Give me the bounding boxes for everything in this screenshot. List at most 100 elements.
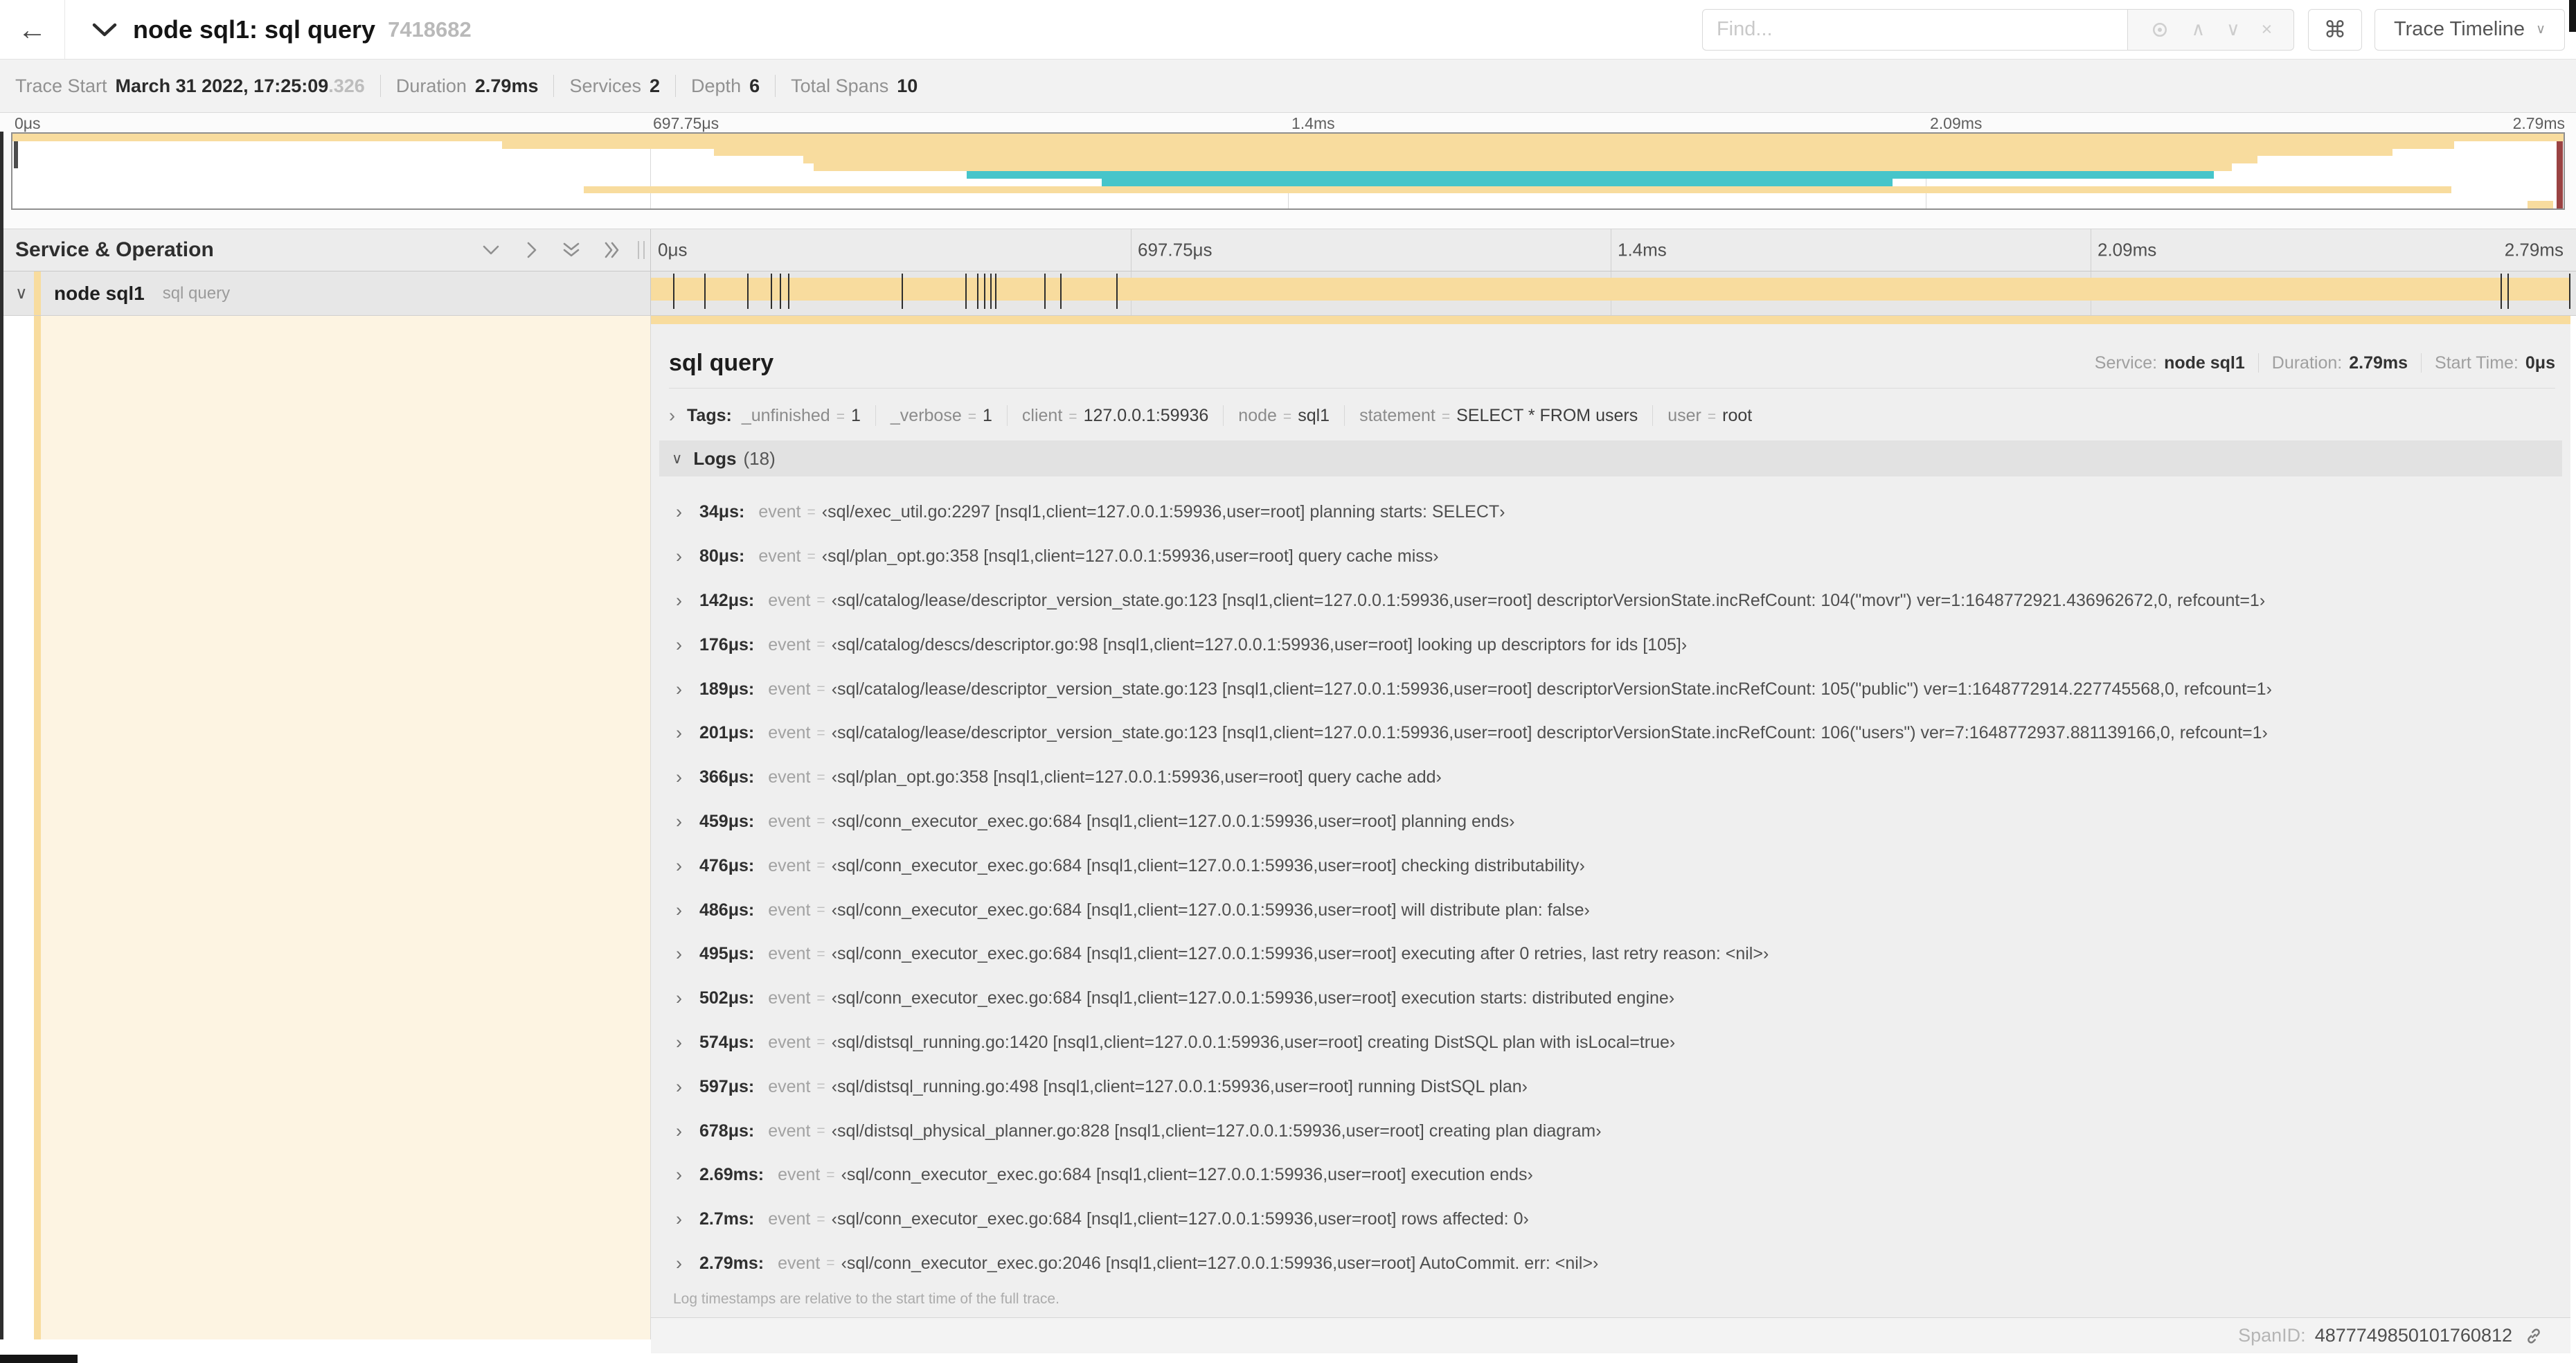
log-entry[interactable]: › 201μs: event = ‹sql/catalog/lease/descript…: [659, 711, 2562, 756]
chevron-right-icon[interactable]: ›: [676, 590, 692, 612]
tags-row[interactable]: › Tags: _unfinished = 1 _verbose = 1 client = 12…: [669, 399, 2555, 432]
info-separator: [379, 75, 381, 97]
log-entry[interactable]: › 80μs: event = ‹sql/plan_opt.go:358 [nsql1,…: [659, 535, 2562, 579]
find-prev-icon[interactable]: ∧: [2191, 19, 2205, 40]
log-timestamp: 142μs:: [699, 590, 755, 610]
command-icon: ⌘: [2323, 17, 2347, 42]
chevron-right-icon[interactable]: ›: [676, 1076, 692, 1098]
find-input[interactable]: [1701, 8, 2128, 51]
tag-item: user = root: [1667, 406, 1752, 426]
log-entry[interactable]: › 366μs: event = ‹sql/plan_opt.go:358 [nsql1…: [659, 756, 2562, 800]
tag-key: user: [1667, 405, 1701, 425]
log-entry[interactable]: › 2.79ms: event = ‹sql/conn_executor_exec.go…: [659, 1242, 2562, 1286]
chevron-right-icon[interactable]: ›: [676, 900, 692, 921]
chevron-right-icon[interactable]: ›: [669, 405, 675, 427]
back-button[interactable]: ←: [0, 0, 65, 59]
equals-sign: =: [807, 504, 816, 520]
log-entry[interactable]: › 486μs: event = ‹sql/conn_executor_exec.go:…: [659, 888, 2562, 932]
log-entry[interactable]: › 142μs: event = ‹sql/catalog/lease/descript…: [659, 579, 2562, 623]
minimap-axis: 0μs 697.75μs 1.4ms 2.09ms 2.79ms: [11, 114, 2565, 132]
chevron-right-icon[interactable]: ›: [676, 1164, 692, 1186]
log-timestamp: 34μs:: [699, 502, 745, 522]
span-chevron-down-icon[interactable]: ∨: [15, 283, 32, 303]
span-duration-bar[interactable]: [651, 278, 2569, 301]
log-entry[interactable]: › 597μs: event = ‹sql/distsql_running.go:498…: [659, 1064, 2562, 1109]
minimap-canvas[interactable]: [11, 132, 2565, 210]
deep-link-icon[interactable]: [2523, 1326, 2544, 1346]
tags-label: Tags:: [687, 405, 732, 425]
log-timestamp: 597μs:: [699, 1076, 755, 1096]
chevron-right-icon[interactable]: ›: [676, 855, 692, 877]
window-corner-artifact: [2569, 0, 2576, 32]
span-detail-overview: Service: node sql1 Duration: 2.79ms Start Ti…: [2095, 353, 2555, 373]
chevron-right-icon[interactable]: ›: [676, 811, 692, 832]
log-entry[interactable]: › 176μs: event = ‹sql/catalog/descs/descript…: [659, 623, 2562, 667]
log-entry[interactable]: › 495μs: event = ‹sql/conn_executor_exec.go:…: [659, 932, 2562, 977]
keyboard-shortcuts-button[interactable]: ⌘: [2307, 8, 2362, 51]
collapse-one-chevron-down-icon[interactable]: [481, 240, 501, 260]
minimap-right-scrubber-handle[interactable]: [2557, 134, 2563, 208]
log-marker: [2500, 274, 2502, 309]
window-left-edge: [0, 132, 3, 1339]
find-clear-icon[interactable]: ×: [2261, 19, 2272, 40]
log-entry[interactable]: › 34μs: event = ‹sql/exec_util.go:2297 [nsql…: [659, 490, 2562, 535]
trace-info-value: March 31 2022, 17:25:09: [115, 75, 329, 96]
trace-info-item: Depth 6: [691, 75, 760, 97]
log-marker: [672, 274, 674, 309]
chevron-right-icon[interactable]: ›: [676, 634, 692, 656]
log-entry[interactable]: › 574μs: event = ‹sql/distsql_running.go:142…: [659, 1021, 2562, 1065]
log-field-value: ‹sql/catalog/lease/descriptor_version_st…: [831, 723, 2268, 743]
equals-sign: =: [816, 636, 825, 653]
trace-id: 7418682: [388, 17, 472, 42]
trace-view-selector-button[interactable]: Trace Timeline ∨: [2374, 8, 2565, 51]
log-field-key: event: [758, 546, 801, 567]
log-timestamp: 80μs:: [699, 546, 745, 567]
log-field-value: ‹sql/conn_executor_exec.go:684 [nsql1,cl…: [831, 855, 1585, 875]
log-entry[interactable]: › 476μs: event = ‹sql/conn_executor_exec.go:…: [659, 844, 2562, 888]
find-next-icon[interactable]: ∨: [2226, 19, 2240, 40]
collapse-all-double-chevron-down-icon[interactable]: [562, 240, 581, 260]
column-resizer-grip[interactable]: [638, 241, 645, 259]
span-row-timeline[interactable]: [651, 271, 2570, 315]
log-timestamp: 366μs:: [699, 767, 755, 787]
match-highlight-icon[interactable]: [2149, 19, 2170, 40]
trace-info-label: Trace Start: [15, 75, 107, 96]
log-field-key: event: [768, 944, 811, 964]
log-marker: [983, 274, 985, 309]
equals-sign: =: [967, 408, 977, 425]
chevron-right-icon[interactable]: ›: [676, 679, 692, 700]
chevron-right-icon[interactable]: ›: [676, 722, 692, 744]
log-entry[interactable]: › 459μs: event = ‹sql/conn_executor_exec.go:…: [659, 800, 2562, 844]
minimap-span-bar: [502, 141, 2454, 149]
log-entry[interactable]: › 2.7ms: event = ‹sql/conn_executor_exec.go:…: [659, 1197, 2562, 1242]
chevron-right-icon[interactable]: ›: [676, 1121, 692, 1142]
log-entry[interactable]: › 189μs: event = ‹sql/catalog/lease/descript…: [659, 667, 2562, 711]
header-controls: ∧ ∨ × ⌘ Trace Timeline ∨: [1701, 8, 2576, 51]
service-operation-title: Service & Operation: [15, 238, 214, 261]
trace-collapse-chevron-down-icon[interactable]: [91, 21, 118, 39]
chevron-right-icon[interactable]: ›: [676, 988, 692, 1009]
expand-one-chevron-right-icon[interactable]: [521, 240, 541, 260]
log-entry[interactable]: › 502μs: event = ‹sql/conn_executor_exec.go:…: [659, 977, 2562, 1021]
tag-item: _unfinished = 1: [742, 406, 861, 426]
divider: [669, 388, 2555, 389]
chevron-right-icon[interactable]: ›: [676, 501, 692, 523]
tag-separator: [1006, 405, 1008, 426]
minimap-span-bar: [803, 156, 2257, 164]
log-entry[interactable]: › 678μs: event = ‹sql/distsql_physical_plann…: [659, 1109, 2562, 1153]
chevron-right-icon[interactable]: ›: [676, 1032, 692, 1053]
span-row[interactable]: ∨ node sql1 sql query: [0, 271, 2576, 316]
chevron-right-icon[interactable]: ›: [676, 767, 692, 788]
equals-sign: =: [816, 724, 825, 741]
chevron-right-icon[interactable]: ›: [676, 1253, 692, 1274]
span-detail-row-highlight: [41, 316, 650, 1339]
logs-section-header[interactable]: ∨ Logs (18): [659, 440, 2562, 476]
log-entry[interactable]: › 2.69ms: event = ‹sql/conn_executor_exec.go…: [659, 1153, 2562, 1197]
chevron-right-icon[interactable]: ›: [676, 943, 692, 965]
chevron-right-icon[interactable]: ›: [676, 1209, 692, 1230]
minimap-span-bar: [813, 163, 2233, 171]
expand-all-double-chevron-right-icon[interactable]: [602, 240, 621, 260]
log-field-value: ‹sql/distsql_running.go:498 [nsql1,clien…: [831, 1076, 1528, 1096]
chevron-right-icon[interactable]: ›: [676, 546, 692, 567]
span-row-name-column[interactable]: ∨ node sql1 sql query: [0, 271, 651, 315]
